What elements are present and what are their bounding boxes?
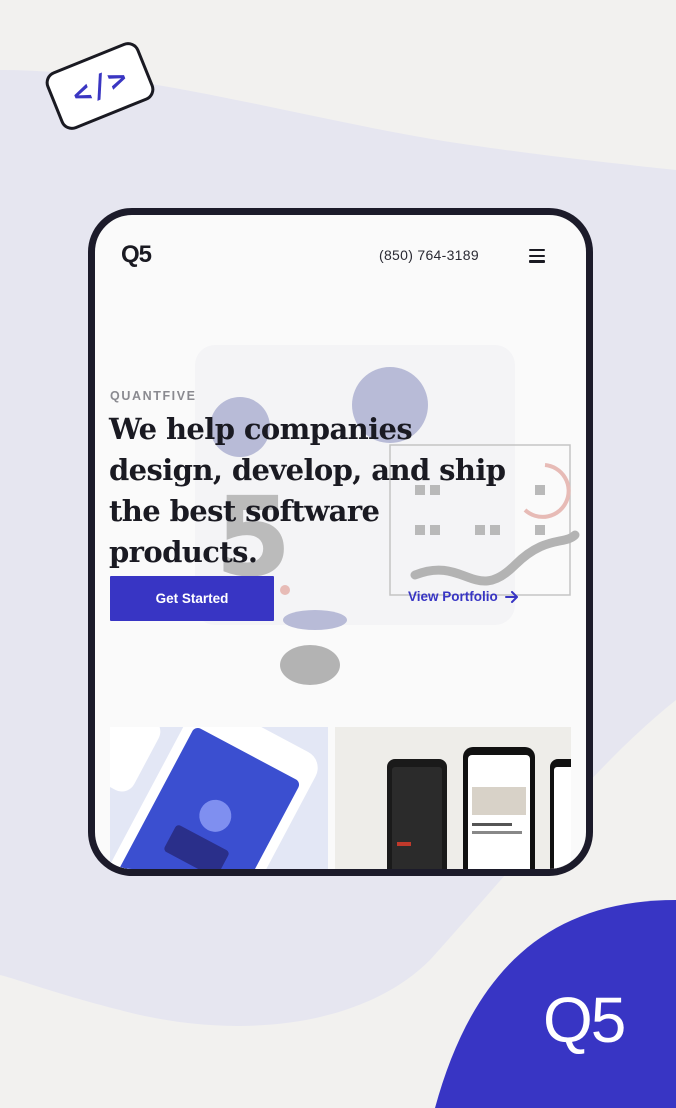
hamburger-menu-icon[interactable]: [529, 249, 545, 263]
get-started-button[interactable]: Get Started: [110, 576, 274, 621]
view-portfolio-label: View Portfolio: [408, 589, 498, 604]
portfolio-thumbnail-left[interactable]: [110, 727, 328, 869]
phone-mockup-graphic: [110, 727, 318, 869]
eyebrow-label: QUANTFIVE: [110, 389, 197, 403]
tablet-frame: Q5 (850) 764-3189 5 QUANTFIVE We help co…: [88, 208, 593, 876]
hero-headline: We help companies design, develop, and s…: [109, 412, 506, 569]
phone-link[interactable]: (850) 764-3189: [379, 247, 479, 263]
site-logo[interactable]: Q5: [121, 241, 152, 269]
site-header: Q5 (850) 764-3189: [95, 215, 586, 295]
portfolio-thumbnail-right[interactable]: [335, 727, 571, 869]
corner-logo: Q5: [543, 984, 626, 1056]
arrow-right-icon: [504, 590, 518, 603]
view-portfolio-link[interactable]: View Portfolio: [408, 589, 519, 604]
phone-mockup-graphic: [387, 747, 571, 869]
